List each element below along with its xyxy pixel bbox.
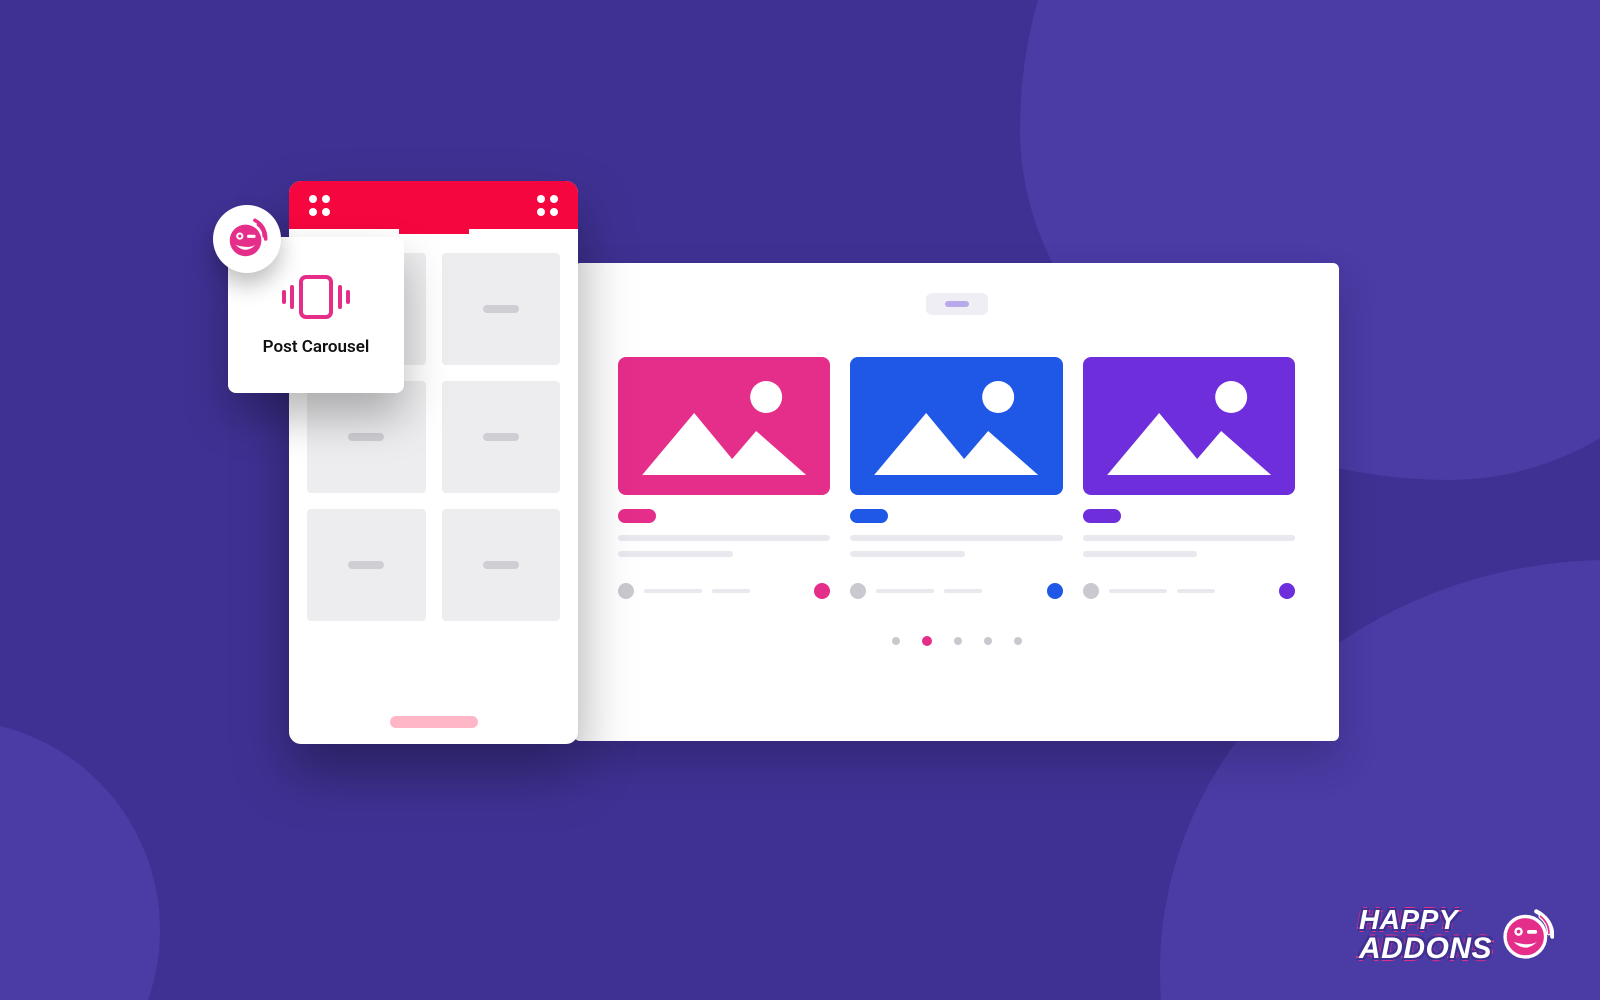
carousel-card[interactable] [1083, 357, 1295, 599]
widget-placeholder[interactable] [307, 381, 426, 493]
bg-blob [0, 720, 160, 1000]
carousel-preview-panel [574, 263, 1339, 741]
carousel-cards [618, 357, 1295, 599]
card-meta [850, 583, 1062, 599]
card-meta [1083, 583, 1295, 599]
widget-placeholder[interactable] [442, 253, 561, 365]
card-meta [618, 583, 830, 599]
placeholder-bar [483, 561, 519, 569]
happy-addons-logo: HAPPY ADDONS [1359, 906, 1554, 964]
meta-text-placeholder [944, 589, 982, 593]
card-title-line [1083, 551, 1198, 557]
pager-dot[interactable] [984, 637, 992, 645]
active-tab-indicator [399, 229, 469, 234]
drag-handle-icon[interactable] [309, 195, 330, 216]
card-title-line [618, 535, 830, 541]
logo-line2: ADDONS [1359, 934, 1492, 964]
meta-text-placeholder [1177, 589, 1215, 593]
author-avatar [1083, 583, 1099, 599]
carousel-pagination [618, 637, 1295, 646]
pager-dot[interactable] [954, 637, 962, 645]
carousel-icon [281, 273, 351, 321]
pager-dot[interactable] [892, 637, 900, 645]
pager-dot-active[interactable] [922, 636, 932, 646]
card-title-line [618, 551, 733, 557]
placeholder-bar [348, 433, 384, 441]
meta-text-placeholder [644, 589, 702, 593]
placeholder-bar [483, 305, 519, 313]
meta-text-placeholder [712, 589, 750, 593]
carousel-card[interactable] [618, 357, 830, 599]
card-title-line [850, 535, 1062, 541]
apps-icon[interactable] [537, 195, 558, 216]
panel-header [289, 181, 578, 229]
logo-mascot-icon [1500, 908, 1554, 962]
panel-footer-handle[interactable] [390, 716, 478, 728]
author-avatar [618, 583, 634, 599]
widget-placeholder[interactable] [442, 509, 561, 621]
logo-line1: HAPPY [1359, 906, 1458, 934]
author-avatar [850, 583, 866, 599]
placeholder-bar [483, 433, 519, 441]
card-action-dot[interactable] [814, 583, 830, 599]
happy-mascot-badge [213, 205, 281, 273]
widget-placeholder[interactable] [307, 509, 426, 621]
widget-placeholder[interactable] [442, 381, 561, 493]
widget-label: Post Carousel [263, 337, 370, 357]
meta-text-placeholder [1109, 589, 1167, 593]
card-title-line [1083, 535, 1295, 541]
card-tag [850, 509, 888, 523]
carousel-card[interactable] [850, 357, 1062, 599]
card-thumbnail [850, 357, 1062, 495]
promo-stage: Post Carousel HAPPY ADDONS [0, 0, 1600, 1000]
heading-placeholder [926, 293, 988, 315]
card-thumbnail [1083, 357, 1295, 495]
card-action-dot[interactable] [1279, 583, 1295, 599]
logo-text: HAPPY ADDONS [1359, 906, 1492, 964]
meta-text-placeholder [876, 589, 934, 593]
card-title-line [850, 551, 965, 557]
card-thumbnail [618, 357, 830, 495]
card-tag [618, 509, 656, 523]
card-tag [1083, 509, 1121, 523]
card-action-dot[interactable] [1047, 583, 1063, 599]
placeholder-bar [348, 561, 384, 569]
pager-dot[interactable] [1014, 637, 1022, 645]
